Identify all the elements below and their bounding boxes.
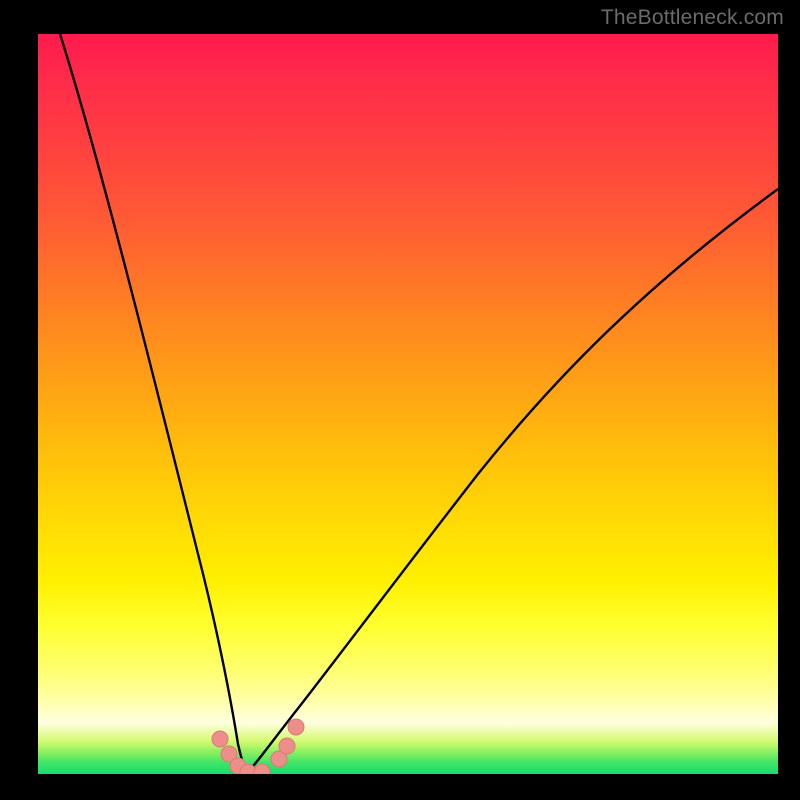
- marker-dot: [288, 719, 304, 735]
- plot-area: [38, 34, 778, 774]
- marker-dot: [254, 764, 270, 774]
- chart-frame: TheBottleneck.com: [0, 0, 800, 800]
- bottleneck-curve: [38, 34, 778, 774]
- marker-dot: [212, 731, 228, 747]
- curve-left-branch: [60, 34, 246, 774]
- marker-dot: [279, 738, 295, 754]
- curve-right-branch: [246, 189, 778, 774]
- watermark-text: TheBottleneck.com: [601, 6, 784, 30]
- marker-group: [212, 719, 304, 774]
